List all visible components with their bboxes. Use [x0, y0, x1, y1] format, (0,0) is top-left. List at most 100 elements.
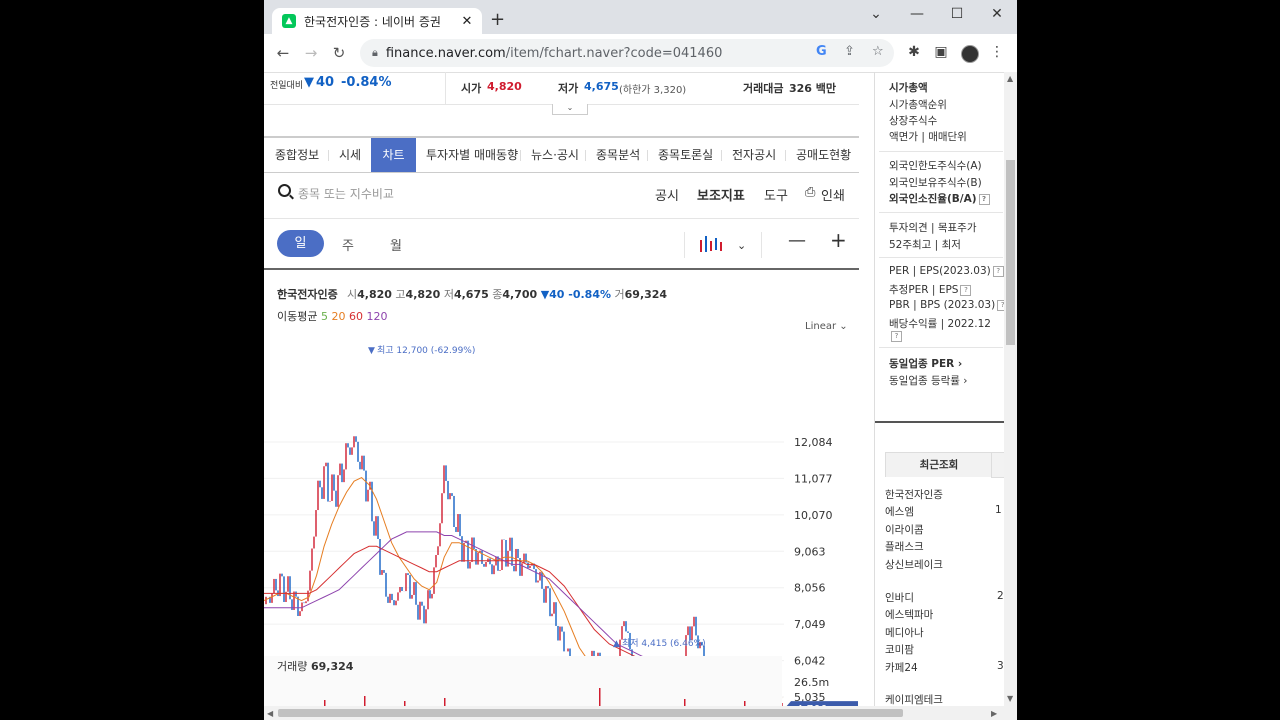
recent-views-tab[interactable]: 최근조회: [885, 452, 993, 477]
help-icon[interactable]: ?: [978, 193, 990, 205]
tab-separator: [520, 150, 521, 161]
tab-search-chevron-down-icon[interactable]: ⌄: [866, 6, 886, 22]
extensions-puzzle-icon[interactable]: ✱: [904, 44, 924, 60]
print-tool[interactable]: 인쇄: [821, 185, 845, 204]
tab-quotes[interactable]: 시세: [339, 138, 361, 172]
sidebar-divider: [879, 257, 1003, 258]
google-translate-icon[interactable]: G: [816, 44, 827, 59]
collapse-chevron-down-icon[interactable]: ⌄: [552, 104, 588, 115]
y-tick-label: 12,084: [794, 436, 833, 449]
recent-item[interactable]: 에스텍파마: [885, 607, 933, 622]
back-arrow-icon[interactable]: ←: [273, 44, 293, 62]
sidebar-52w: 52주최고 | 최저: [889, 239, 961, 251]
sidebar-dividend-help: ?: [889, 330, 902, 342]
next-tab[interactable]: [991, 452, 1004, 478]
svg-text:⌄: ⌄: [737, 239, 746, 252]
compare-search-input[interactable]: 종목 또는 지수비교: [298, 185, 394, 202]
period-day-button[interactable]: 일: [277, 230, 324, 257]
sidebar-est-per: 추정PER | EPS?: [889, 282, 972, 297]
recent-item[interactable]: 이라이콤: [885, 522, 924, 537]
maximize-icon[interactable]: ☐: [947, 6, 967, 22]
share-icon[interactable]: ⇪: [844, 44, 855, 59]
recent-item[interactable]: 코미팜: [885, 642, 914, 657]
sidebar-industry-per[interactable]: 동일업종 PER ›: [889, 356, 962, 371]
tab-short-selling[interactable]: 공매도현황: [796, 138, 851, 172]
amount-value: 326 백만: [789, 82, 837, 95]
url-path: /item/fchart.naver?code=041460: [505, 45, 723, 61]
tab-chart[interactable]: 차트: [371, 138, 416, 172]
scroll-right-icon[interactable]: ▶: [991, 709, 997, 718]
recent-item-change: 3: [997, 660, 1004, 672]
side-panel-icon[interactable]: ▣: [931, 44, 951, 60]
drawing-tool[interactable]: 도구: [764, 185, 788, 204]
print-icon[interactable]: ⎙: [805, 185, 815, 200]
recent-item[interactable]: 케이피엠테크: [885, 692, 943, 706]
volume-bar: [684, 699, 686, 706]
indicator-tool[interactable]: 보조지표: [697, 185, 745, 204]
tab-news[interactable]: 뉴스·공시: [531, 138, 579, 172]
price-chart[interactable]: 12,08411,07710,0709,0638,0567,0496,0425,…: [264, 322, 864, 706]
zoom-in-icon[interactable]: +: [830, 228, 847, 252]
volume-label: 거래량: [277, 660, 307, 673]
horizontal-scroll-thumb[interactable]: [278, 709, 903, 717]
vertical-scroll-thumb[interactable]: [1006, 160, 1015, 345]
help-icon[interactable]: ?: [891, 330, 902, 342]
period-week-button[interactable]: 주: [342, 235, 354, 254]
y-tick-label: 8,056: [794, 582, 826, 595]
recent-item[interactable]: 에스엠: [885, 504, 914, 519]
profile-avatar[interactable]: [961, 45, 979, 63]
reload-icon[interactable]: ↻: [329, 44, 349, 62]
bookmark-star-icon[interactable]: ☆: [872, 44, 884, 59]
prev-day-label: 전일대비: [270, 81, 304, 91]
y-tick-label: 11,077: [794, 472, 833, 485]
naver-finance-favicon-icon: ▲: [282, 14, 296, 28]
browser-window: ▲ 한국전자인증 : 네이버 증권 ✕ + ⌄ — ☐ ✕ ← → ↻ 🔒︎ f…: [264, 0, 1017, 720]
recent-item[interactable]: 인바디: [885, 590, 914, 605]
help-icon[interactable]: ?: [992, 265, 1004, 277]
recent-item[interactable]: 한국전자인증: [885, 487, 943, 502]
url-domain: finance.naver.com: [385, 45, 506, 61]
tab-disclosure[interactable]: 전자공시: [732, 138, 776, 172]
recent-item[interactable]: 메디아나: [885, 625, 924, 640]
tab-overview[interactable]: 종합정보: [275, 138, 319, 172]
recent-item[interactable]: 상신브레이크: [885, 557, 943, 572]
sidebar-industry-change[interactable]: 동일업종 등락률 ›: [889, 373, 968, 388]
minimize-icon[interactable]: —: [907, 6, 927, 22]
sidebar-market-cap-rank[interactable]: 시가총액순위: [889, 97, 947, 112]
sidebar-par-value: 액면가 | 매매단위: [889, 131, 967, 143]
recent-item[interactable]: 플래스크: [885, 539, 924, 554]
recent-item-change: 1: [995, 504, 1002, 516]
tab-separator: [647, 150, 648, 161]
scroll-left-icon[interactable]: ◀: [267, 709, 273, 718]
kebab-menu-icon[interactable]: ⋮: [987, 44, 1007, 60]
page-content: 전일대비 ▼ 40 -0.84% 시가 4,820 저가 4,675 (하한가 …: [264, 72, 1004, 706]
help-icon[interactable]: ?: [960, 284, 972, 296]
help-icon[interactable]: ?: [997, 299, 1004, 311]
period-month-button[interactable]: 월: [390, 235, 402, 254]
lock-icon[interactable]: 🔒︎: [372, 46, 378, 60]
tab-investor-trading[interactable]: 투자자별 매매동향: [426, 138, 518, 172]
close-tab-icon[interactable]: ✕: [458, 14, 476, 29]
tab-analysis[interactable]: 종목분석: [596, 138, 640, 172]
address-bar[interactable]: 🔒︎ finance.naver.com /item/fchart.naver?…: [360, 39, 894, 67]
change-value: 40: [316, 75, 335, 90]
new-tab-icon[interactable]: +: [490, 9, 505, 30]
zoom-out-icon[interactable]: —: [788, 230, 806, 251]
search-icon[interactable]: [278, 184, 291, 197]
sidebar-market-cap: 시가총액: [889, 82, 928, 94]
scroll-down-icon[interactable]: ▼: [1007, 694, 1013, 703]
sidebar-dividend: 배당수익률 | 2022.12: [889, 318, 991, 330]
disclosure-tool[interactable]: 공시: [655, 185, 679, 204]
browser-tab[interactable]: ▲ 한국전자인증 : 네이버 증권 ✕: [272, 8, 482, 34]
min-marker-icon: ▲: [613, 639, 620, 649]
chart-type-selector[interactable]: ⌄: [684, 232, 762, 258]
max-price-label: 최고 12,700 (-62.99%): [377, 345, 475, 356]
y-tick-label: 6,042: [794, 655, 826, 668]
scroll-up-icon[interactable]: ▲: [1007, 74, 1013, 83]
volume-bar: [444, 698, 446, 706]
forward-arrow-icon[interactable]: →: [301, 44, 321, 62]
recent-item[interactable]: 카페24: [885, 660, 918, 675]
sidebar-divider: [875, 421, 1004, 423]
close-window-icon[interactable]: ✕: [987, 6, 1007, 22]
tab-discussion[interactable]: 종목토론실: [658, 138, 713, 172]
